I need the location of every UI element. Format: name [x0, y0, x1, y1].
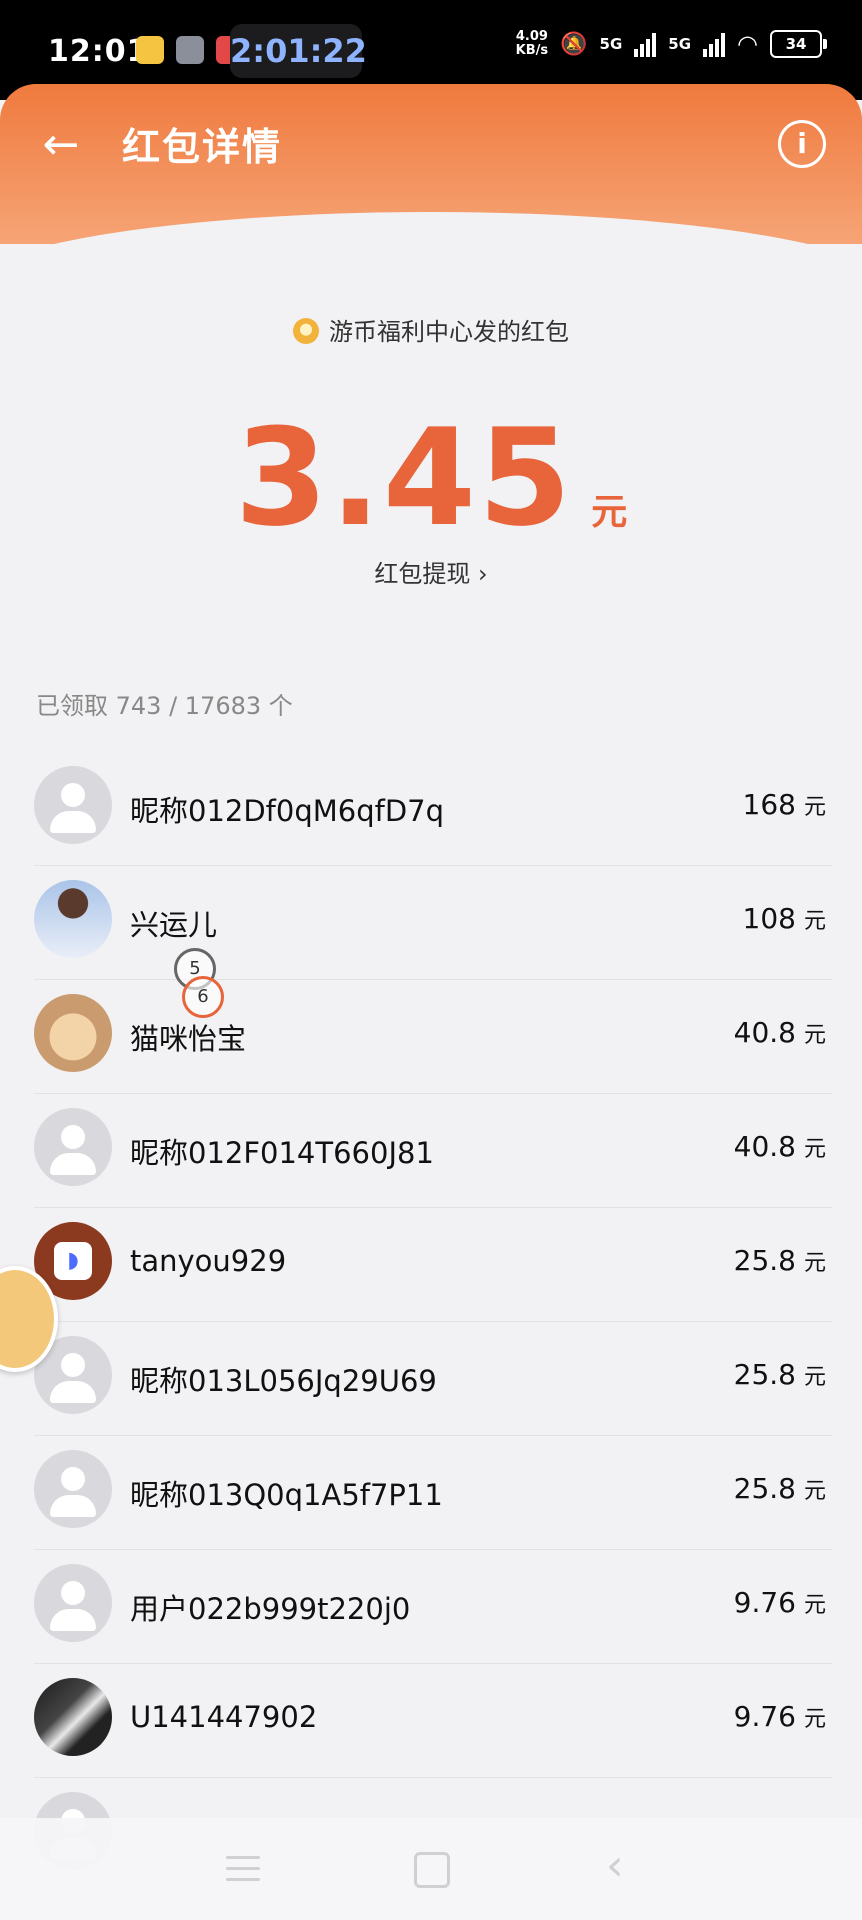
navigation-bar: ‹ [0, 1818, 862, 1920]
net-speed-value: 4.09 [515, 29, 548, 44]
home-icon[interactable] [414, 1852, 450, 1888]
recipient-amount: 25.8 元 [734, 1244, 826, 1277]
recipient-amount: 25.8 元 [734, 1358, 826, 1391]
amount-number: 9.76 [733, 1700, 796, 1733]
avatar [34, 994, 112, 1072]
amount-unit: 元 [803, 909, 826, 934]
amount-unit: 元 [803, 1593, 826, 1618]
notes-app-icon [136, 36, 164, 64]
list-item[interactable]: 兴运儿 108 元 [34, 866, 832, 980]
recipient-name: 昵称012Df0qM6qfD7q [130, 794, 445, 828]
amount-unit: 元 [803, 795, 826, 820]
withdraw-link[interactable]: 红包提现 › [0, 554, 862, 589]
list-item[interactable]: 昵称013Q0q1A5f7P11 25.8 元 [34, 1436, 832, 1550]
amount-unit: 元 [803, 1707, 826, 1732]
recipient-name: tanyou929 [130, 1244, 287, 1278]
amount-number: 25.8 [733, 1358, 796, 1391]
list-item[interactable]: ◗ tanyou929 25.8 元 [34, 1208, 832, 1322]
recipient-list: 昵称012Df0qM6qfD7q 168 元 兴运儿 108 元 猫咪怡宝 40.8… [34, 752, 832, 1891]
whale-icon: ◗ [54, 1242, 92, 1280]
mute-icon: 🔕 [560, 31, 588, 57]
wifi-icon: ◠ [737, 30, 758, 58]
list-item[interactable]: 昵称012F014T660J81 40.8 元 [34, 1094, 832, 1208]
recipient-amount: 9.76 元 [734, 1700, 826, 1733]
menu-icon[interactable] [226, 1856, 260, 1882]
signal-bars-icon [703, 31, 726, 57]
recipient-amount: 40.8 元 [734, 1016, 826, 1049]
recipient-name: 猫咪怡宝 [130, 1022, 247, 1056]
amount-unit: 元 [803, 1137, 826, 1162]
signal-label-1: 5G [599, 35, 623, 53]
amount-number: 168 [742, 788, 796, 821]
battery-icon: 34 [770, 30, 827, 58]
clock-pill: 2:01:22 [230, 24, 367, 78]
recipient-amount: 25.8 元 [734, 1472, 826, 1505]
default-avatar-icon [34, 1108, 112, 1186]
amount-unit: 元 [591, 492, 628, 533]
status-indicators: 4.09 KB/s 🔕 5G 5G ◠ 34 [516, 30, 827, 58]
list-item[interactable]: 昵称012Df0qM6qfD7q 168 元 [34, 752, 832, 866]
packet-amount: 3.45 元 [0, 400, 862, 556]
amount-unit: 元 [803, 1023, 826, 1048]
recipient-name: 昵称013Q0q1A5f7P11 [130, 1478, 443, 1512]
sender: 游币福利中心发的红包 [0, 312, 862, 347]
amount-unit: 元 [803, 1365, 826, 1390]
recipient-amount: 40.8 元 [734, 1130, 826, 1163]
signal-bars-icon [634, 31, 657, 57]
net-speed: 4.09 KB/s [516, 30, 548, 58]
net-speed-unit: KB/s [515, 43, 549, 58]
recipient-name: 昵称013L056Jq29U69 [130, 1364, 437, 1398]
recipient-name: U141447902 [130, 1700, 318, 1734]
sender-text: 游币福利中心发的红包 [329, 318, 569, 346]
amount-number: 25.8 [733, 1244, 796, 1277]
avatar [34, 1678, 112, 1756]
touch-marker: 6 [182, 976, 224, 1018]
default-avatar-icon [34, 1450, 112, 1528]
amount-number: 108 [742, 902, 796, 935]
claimed-summary: 已领取 743 / 17683 个 [36, 692, 293, 720]
amount-unit: 元 [803, 1251, 826, 1276]
list-item[interactable]: 用户022b999t220j0 9.76 元 [34, 1550, 832, 1664]
back-arrow-icon[interactable]: ← [34, 118, 88, 172]
amount-value: 3.45 [234, 400, 574, 556]
coin-icon [293, 318, 319, 344]
tool-app-icon [176, 36, 204, 64]
amount-number: 40.8 [733, 1130, 796, 1163]
list-item[interactable]: U141447902 9.76 元 [34, 1664, 832, 1778]
recipient-name: 用户022b999t220j0 [130, 1592, 411, 1626]
list-item[interactable]: 猫咪怡宝 40.8 元 [34, 980, 832, 1094]
back-icon[interactable]: ‹ [606, 1840, 624, 1891]
info-icon[interactable]: i [778, 120, 826, 168]
list-item[interactable]: 昵称013L056Jq29U69 25.8 元 [34, 1322, 832, 1436]
status-app-icons [136, 36, 244, 64]
recipient-amount: 108 元 [743, 902, 826, 935]
amount-number: 25.8 [733, 1472, 796, 1505]
amount-unit: 元 [803, 1479, 826, 1504]
recipient-amount: 168 元 [743, 788, 826, 821]
recipient-name: 兴运儿 [130, 908, 218, 942]
status-time: 12:01 [48, 34, 149, 69]
page-title: 红包详情 [122, 125, 283, 169]
default-avatar-icon [34, 1564, 112, 1642]
amount-number: 9.76 [733, 1586, 796, 1619]
default-avatar-icon [34, 766, 112, 844]
avatar [34, 880, 112, 958]
amount-number: 40.8 [733, 1016, 796, 1049]
signal-label-2: 5G [668, 35, 692, 53]
recipient-amount: 9.76 元 [734, 1586, 826, 1619]
recipient-name: 昵称012F014T660J81 [130, 1136, 434, 1170]
